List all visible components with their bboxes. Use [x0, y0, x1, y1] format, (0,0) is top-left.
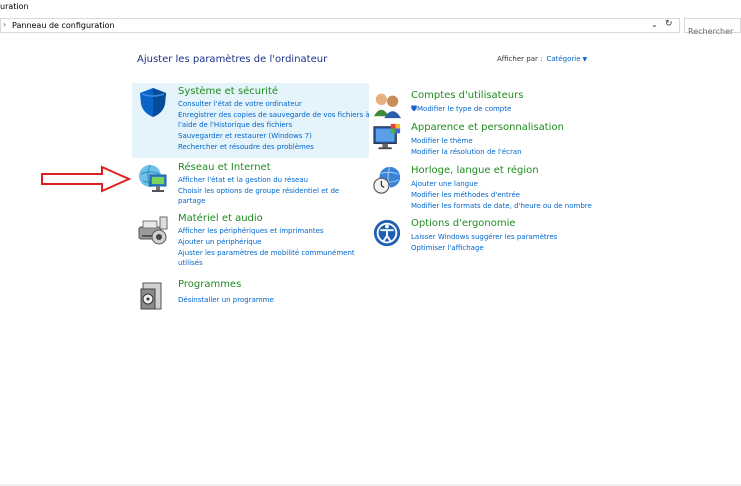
link-backup-restore[interactable]: Sauvegarder et restaurer (Windows 7) [178, 131, 312, 141]
annotation-arrow-shape [41, 165, 132, 193]
link-troubleshoot[interactable]: Rechercher et résoudre des problèmes [178, 142, 314, 152]
breadcrumb-chevron-icon[interactable]: › [3, 20, 6, 29]
link-network-status[interactable]: Afficher l'état et la gestion du réseau [178, 175, 308, 185]
shield-icon [140, 88, 166, 117]
link-mobility-settings[interactable]: Ajuster les paramètres de mobilité commu… [178, 248, 355, 258]
dropdown-caret-icon[interactable]: ▼ [583, 56, 588, 63]
link-file-history-cont[interactable]: l'aide de l'Historique des fichiers [178, 120, 292, 130]
link-add-device[interactable]: Ajouter un périphérique [178, 237, 261, 247]
category-title[interactable]: Apparence et personnalisation [411, 122, 564, 133]
view-by-dropdown[interactable]: Catégorie [546, 55, 580, 63]
link-change-theme[interactable]: Modifier le thème [411, 136, 473, 146]
search-box[interactable] [684, 18, 741, 38]
link-devices-printers[interactable]: Afficher les périphériques et imprimante… [178, 226, 324, 236]
link-suggest-settings[interactable]: Laisser Windows suggérer les paramètres [411, 232, 557, 242]
link-uninstall-program[interactable]: Désinstaller un programme [178, 295, 274, 305]
page-title: Ajuster les paramètres de l'ordinateur [137, 54, 328, 65]
link-homegroup-options-cont[interactable]: partage [178, 196, 205, 206]
category-title[interactable]: Système et sécurité [178, 86, 278, 97]
link-add-language[interactable]: Ajouter une langue [411, 179, 478, 189]
search-input[interactable] [685, 25, 740, 38]
users-icon [373, 93, 402, 119]
hardware-sound-icon [138, 216, 168, 245]
link-mobility-settings-cont[interactable]: utilisés [178, 258, 203, 268]
link-screen-resolution[interactable]: Modifier la résolution de l'écran [411, 147, 522, 157]
view-by-label: Afficher par : [497, 55, 543, 63]
network-icon [139, 164, 167, 192]
link-file-history[interactable]: Enregistrer des copies de sauvegarde de … [178, 110, 370, 120]
view-by-control: Afficher par : Catégorie ▼ [497, 55, 587, 63]
address-bar[interactable]: › Panneau de configuration ⌄ ↻ [0, 18, 680, 33]
category-title[interactable]: Horloge, langue et région [411, 165, 539, 176]
annotation-arrow-icon [41, 165, 132, 193]
programs-icon [140, 282, 162, 310]
link-change-account-type[interactable]: ⛊Modifier le type de compte [411, 104, 511, 114]
link-optimize-display[interactable]: Optimiser l'affichage [411, 243, 484, 253]
breadcrumb-control-panel[interactable]: Panneau de configuration [12, 21, 115, 30]
category-title[interactable]: Comptes d'utilisateurs [411, 90, 523, 101]
link-input-methods[interactable]: Modifier les méthodes d'entrée [411, 190, 520, 200]
category-title[interactable]: Réseau et Internet [178, 162, 271, 173]
category-title[interactable]: Options d'ergonomie [411, 218, 516, 229]
appearance-icon [373, 123, 401, 150]
clock-globe-icon [373, 166, 401, 194]
category-title[interactable]: Programmes [178, 279, 241, 290]
link-homegroup-options[interactable]: Choisir les options de groupe résidentie… [178, 186, 339, 196]
address-dropdown-icon[interactable]: ⌄ [651, 20, 658, 29]
ease-of-access-icon [373, 219, 401, 247]
window-title: uration [0, 2, 29, 11]
link-check-computer-status[interactable]: Consulter l'état de votre ordinateur [178, 99, 302, 109]
title-bar: uration [0, 0, 741, 16]
refresh-icon[interactable]: ↻ [665, 19, 673, 29]
link-date-time-formats[interactable]: Modifier les formats de date, d'heure ou… [411, 201, 592, 211]
category-title[interactable]: Matériel et audio [178, 213, 263, 224]
